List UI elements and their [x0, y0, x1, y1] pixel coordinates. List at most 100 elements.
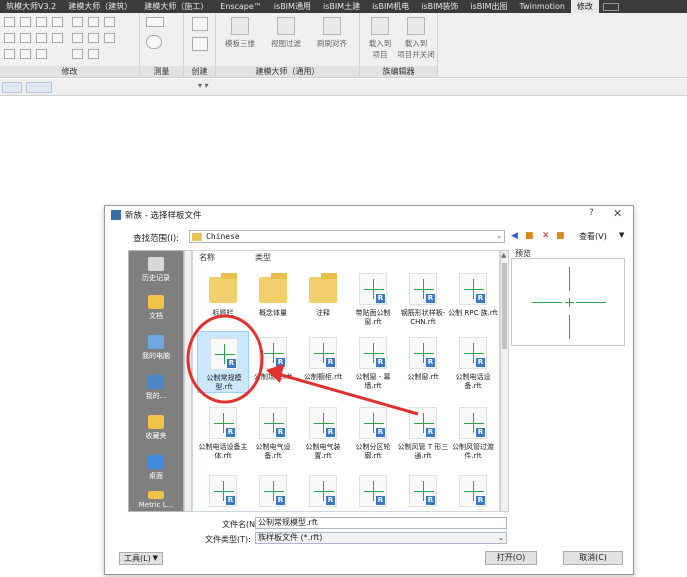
tab-enscape[interactable]: Enscape™ — [214, 0, 268, 13]
file-tile-partial[interactable]: R — [247, 469, 299, 511]
file-tile[interactable]: R 公制窗.rft — [397, 331, 449, 393]
split-icon[interactable] — [20, 33, 31, 43]
grid-icon[interactable] — [72, 49, 83, 59]
file-type-combo[interactable]: 族样板文件 (*.rft) ⌄ — [255, 532, 507, 544]
pin-icon[interactable] — [4, 49, 15, 59]
file-tile[interactable]: R 公制电气设备.rft — [247, 401, 299, 463]
place-documents[interactable]: 文档 — [129, 295, 183, 321]
scroll-thumb[interactable] — [502, 263, 507, 349]
copy-icon[interactable] — [88, 17, 99, 27]
delete-icon[interactable]: ✕ — [542, 231, 550, 241]
family-template-icon: R — [359, 273, 387, 305]
family-template-icon: R — [309, 337, 337, 369]
file-tile-partial[interactable]: R — [397, 469, 449, 511]
family-template-icon: R — [409, 337, 437, 369]
file-tile[interactable]: R 公制电气装置.rft — [297, 401, 349, 463]
folder-icon — [309, 273, 337, 303]
extend-icon[interactable] — [52, 33, 63, 43]
places-scrollbar[interactable] — [184, 250, 192, 512]
place-favorites[interactable]: 收藏夹 — [129, 415, 183, 441]
tab-builder-arch[interactable]: 建模大师（建筑） — [62, 0, 138, 13]
rotate-icon[interactable] — [104, 17, 115, 27]
align-icon[interactable] — [4, 17, 15, 27]
tab-modify[interactable]: 修改 — [570, 0, 599, 13]
file-tile-partial[interactable]: R — [297, 469, 349, 511]
family-template-icon: R — [459, 273, 487, 305]
look-in-combo[interactable]: Chinese ⌄ — [189, 230, 505, 243]
file-tile[interactable]: R 公制窗 - 幕墙.rft — [347, 331, 399, 393]
chevron-down-icon[interactable]: ▾ ▾ — [198, 81, 209, 90]
file-tile[interactable]: R 钢筋形状样板-CHN.rft — [397, 267, 449, 329]
file-tile[interactable]: R 公制电话设备主体.rft — [197, 401, 249, 463]
place-network[interactable]: 我的... — [129, 375, 183, 401]
tab-isbim-drawing[interactable]: isBIM出图 — [464, 0, 513, 13]
split-gap-icon[interactable] — [36, 49, 47, 59]
mirror-icon[interactable] — [36, 17, 47, 27]
cross-icon[interactable] — [88, 49, 99, 59]
load-into-project-button[interactable]: 载入到 项目 — [360, 17, 400, 60]
tab-isbim-general[interactable]: isBIM通用 — [268, 0, 317, 13]
tab-v32[interactable]: 筑模大师V3.2 — [0, 0, 62, 13]
file-tile[interactable]: 概念体量 — [247, 267, 299, 329]
file-tile[interactable]: R 公制分区轮廓.rft — [347, 401, 399, 463]
measure-icon[interactable] — [146, 17, 164, 27]
new-folder-icon[interactable]: ■ — [556, 231, 565, 241]
view-filter-button[interactable]: 视图过滤 — [266, 17, 306, 49]
view-menu-chevron-icon[interactable]: ▼ — [619, 231, 624, 239]
tab-builder-const[interactable]: 建模大师（施工） — [138, 0, 214, 13]
move-icon[interactable] — [72, 17, 83, 27]
create-group-icon[interactable] — [192, 37, 208, 51]
place-computer[interactable]: 我的电脑 — [129, 335, 183, 361]
mirror-axis-icon[interactable] — [52, 17, 63, 27]
cancel-button[interactable]: 取消(C) — [563, 551, 623, 565]
column-name[interactable]: 名称 — [199, 251, 215, 265]
file-tile-selected[interactable]: R 公制常规模型.rft — [197, 331, 249, 393]
view-icon[interactable] — [2, 82, 22, 93]
sweep-align-button[interactable]: 刷刷对齐 — [312, 17, 352, 49]
file-tile[interactable]: 标题栏 — [197, 267, 249, 329]
tools-button[interactable]: 工具(L) ▼ — [119, 552, 163, 565]
place-desktop[interactable]: 桌面 — [129, 455, 183, 481]
refresh-icon[interactable] — [36, 33, 47, 43]
delete-icon[interactable] — [104, 33, 115, 43]
view-menu[interactable]: 查看(V) — [579, 231, 607, 242]
tab-isbim-mep[interactable]: isBIM机电 — [366, 0, 415, 13]
tab-isbim-civil[interactable]: isBIM土建 — [317, 0, 366, 13]
up-folder-icon[interactable]: ■ — [525, 231, 534, 241]
offset-icon[interactable] — [20, 17, 31, 27]
close-button[interactable]: ✕ — [613, 207, 622, 220]
file-tile-partial[interactable]: R — [447, 469, 499, 511]
file-tile[interactable]: R 公制电话设备.rft — [447, 331, 499, 393]
place-metric-library[interactable]: Metric L... — [129, 491, 183, 509]
file-list-scrollbar[interactable]: ▲ — [500, 250, 509, 512]
help-button[interactable]: ? — [589, 208, 594, 218]
load-close-icon — [407, 17, 425, 35]
load-and-close-button[interactable]: 载入到 项目并关闭 — [396, 17, 436, 60]
model-3d-button[interactable]: 模板三维 — [220, 17, 260, 49]
place-history[interactable]: 历史记录 — [129, 257, 183, 283]
unpin-icon[interactable] — [20, 49, 31, 59]
open-button[interactable]: 打开(O) — [485, 551, 537, 565]
file-tile-partial[interactable]: R — [347, 469, 399, 511]
tab-twinmotion[interactable]: Twinmotion — [514, 0, 571, 13]
file-tile[interactable]: R 公制场地.rft — [247, 331, 299, 393]
array-icon[interactable] — [72, 33, 83, 43]
file-tile[interactable]: 注释 — [297, 267, 349, 329]
file-tile[interactable]: R 公制 RPC 族.rft — [447, 267, 499, 329]
tab-isbim-decor[interactable]: isBIM装饰 — [415, 0, 464, 13]
create-similar-icon[interactable] — [192, 17, 208, 31]
file-tile[interactable]: R 公制风管过渡件.rft — [447, 401, 499, 463]
file-tile[interactable]: R 带贴面公制窗.rft — [347, 267, 399, 329]
file-tile-partial[interactable]: R — [197, 469, 249, 511]
column-type[interactable]: 类型 — [255, 251, 271, 265]
dimension-icon[interactable] — [146, 35, 162, 49]
ribbon-toggle-icon[interactable] — [602, 2, 619, 11]
file-tile[interactable]: R 公制风管 T 形三通.rft — [397, 401, 449, 463]
scale-icon[interactable] — [88, 33, 99, 43]
scroll-up-icon[interactable]: ▲ — [501, 251, 506, 259]
file-tile[interactable]: R 公制橱柜.rft — [297, 331, 349, 393]
back-icon[interactable]: ◀ — [511, 231, 518, 241]
trim-icon[interactable] — [4, 33, 15, 43]
window-icon[interactable] — [26, 82, 52, 93]
file-name-field[interactable]: 公制常规模型.rft — [255, 517, 507, 529]
